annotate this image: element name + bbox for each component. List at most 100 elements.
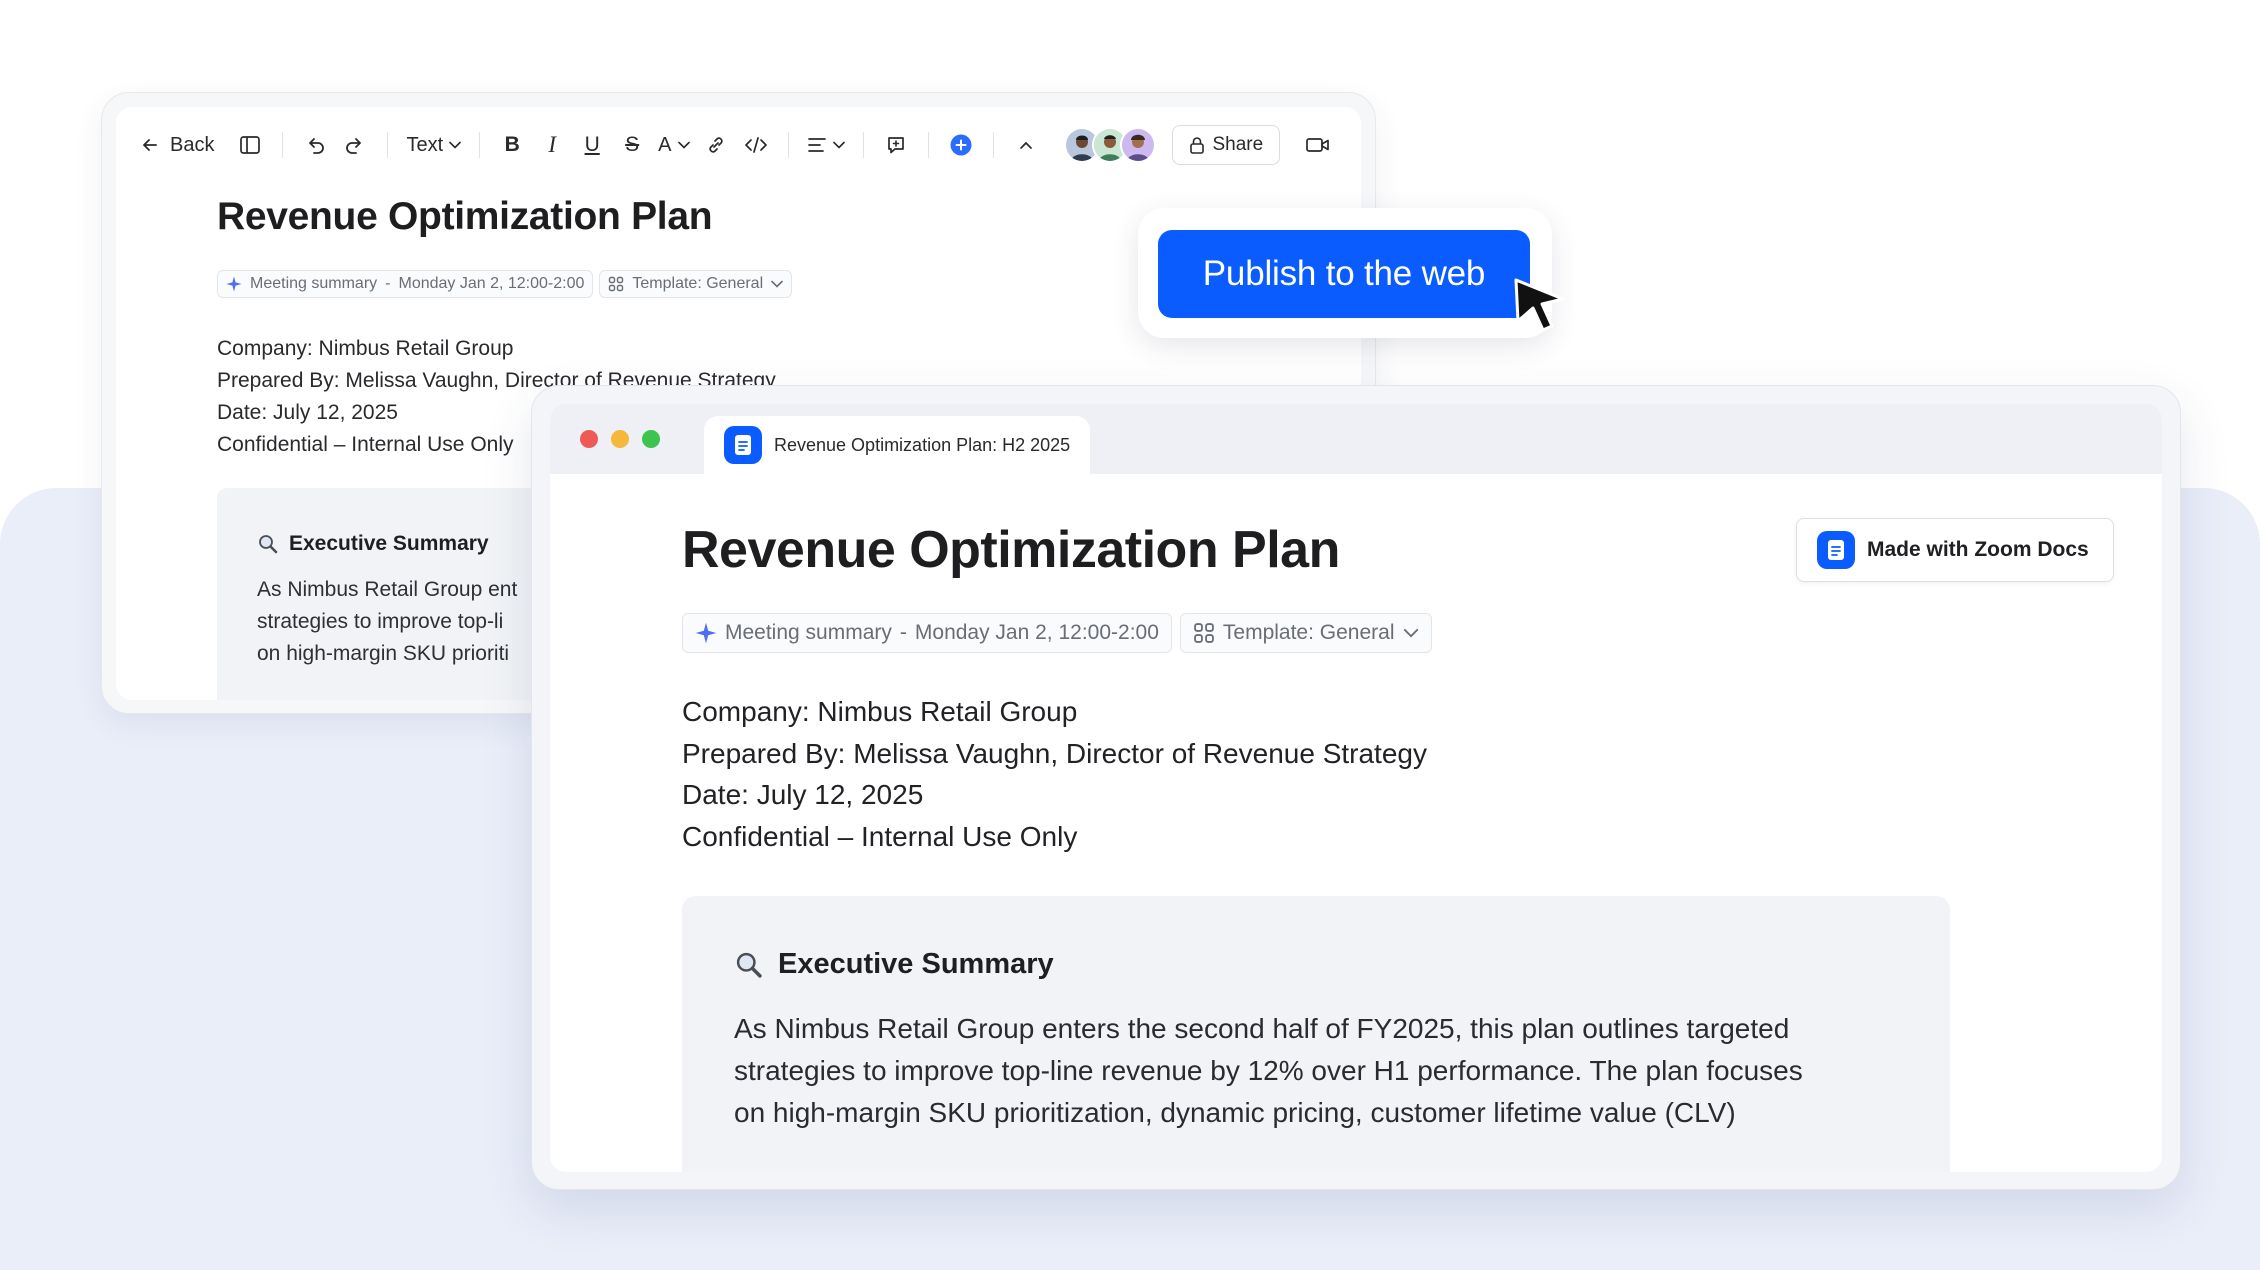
browser-tab[interactable]: Revenue Optimization Plan: H2 2025 [704, 416, 1090, 474]
close-window-dot[interactable] [580, 430, 598, 448]
link-button[interactable] [696, 125, 736, 165]
chevron-down-icon [677, 141, 690, 149]
collaborator-avatars[interactable] [1063, 127, 1156, 163]
template-chip[interactable]: Template: General [1179, 613, 1432, 653]
confidential-line: Confidential – Internal Use Only [682, 820, 1078, 852]
toolbar-divider [387, 132, 389, 158]
template-label: Template: General [632, 275, 764, 292]
comment-icon [887, 137, 904, 154]
published-doc-meta: Company: Nimbus Retail Group Prepared By… [682, 691, 1427, 857]
magnifier-icon [736, 952, 762, 978]
meeting-separator: - [385, 275, 391, 292]
meeting-separator: - [899, 621, 907, 644]
back-label: Back [170, 133, 215, 156]
toolbar-divider [479, 132, 481, 158]
template-chip[interactable]: Template: General [599, 270, 793, 298]
code-button[interactable] [736, 125, 776, 165]
meeting-time: Monday Jan 2, 12:00-2:00 [398, 275, 585, 292]
plus-circle-icon [950, 134, 971, 156]
meeting-summary-chip[interactable]: Meeting summary - Monday Jan 2, 12:00-2:… [682, 613, 1172, 653]
share-button[interactable]: Share [1171, 125, 1281, 165]
prepared-by-line: Prepared By: Melissa Vaughn, Director of… [682, 737, 1427, 769]
cursor-arrow-icon [1514, 278, 1565, 332]
lock-icon [1189, 137, 1204, 154]
company-line: Company: Nimbus Retail Group [682, 696, 1078, 727]
add-button[interactable] [941, 125, 981, 165]
chevron-down-icon [1403, 628, 1418, 638]
comment-button[interactable] [876, 125, 916, 165]
published-executive-summary: Executive Summary As Nimbus Retail Group… [682, 896, 1950, 1172]
toolbar-divider [927, 132, 929, 158]
avatar [1119, 127, 1156, 163]
bold-button[interactable]: B [492, 125, 532, 165]
sparkle-icon [695, 622, 717, 644]
toolbar-divider [992, 132, 994, 158]
company-line: Company: Nimbus Retail Group [217, 337, 514, 360]
magnifier-icon [259, 535, 278, 554]
link-icon [708, 137, 723, 153]
browser-titlebar: Revenue Optimization Plan: H2 2025 [550, 404, 2162, 474]
toolbar-divider [282, 132, 284, 158]
meeting-summary-label: Meeting summary [725, 621, 892, 644]
meeting-summary-chip[interactable]: Meeting summary - Monday Jan 2, 12:00-2:… [217, 270, 594, 298]
font-color-label: A [658, 133, 672, 156]
editor-doc-title[interactable]: Revenue Optimization Plan [217, 195, 713, 239]
summary-line: strategies to improve top-line revenue b… [734, 1055, 1803, 1086]
browser-window: Revenue Optimization Plan: H2 2025 Made … [550, 404, 2162, 1172]
text-style-dropdown[interactable]: Text [400, 125, 467, 165]
published-doc-title: Revenue Optimization Plan [682, 521, 1340, 579]
sidebar-toggle-icon [240, 136, 261, 154]
align-left-icon [807, 138, 826, 152]
publish-callout: Publish to the web [1138, 208, 1552, 338]
tab-title: Revenue Optimization Plan: H2 2025 [774, 434, 1071, 455]
maximize-window-dot[interactable] [642, 430, 660, 448]
video-camera-icon [1306, 138, 1330, 152]
undo-icon [309, 138, 325, 154]
zoom-docs-icon [724, 426, 762, 464]
minimize-window-dot[interactable] [611, 430, 629, 448]
text-style-label: Text [406, 133, 444, 156]
video-button[interactable] [1298, 125, 1338, 165]
summary-heading: Executive Summary [734, 948, 1054, 981]
toolbar-divider [787, 132, 789, 158]
summary-line: As Nimbus Retail Group enters the second… [734, 1013, 1790, 1044]
summary-heading: Executive Summary [257, 532, 489, 556]
collapse-toolbar-button[interactable] [1006, 125, 1046, 165]
font-color-dropdown[interactable]: A [652, 125, 695, 165]
share-label: Share [1212, 134, 1264, 155]
italic-button[interactable]: I [532, 125, 572, 165]
zoom-docs-icon [1817, 531, 1855, 569]
back-button[interactable]: Back [140, 125, 214, 165]
editor-toolbar: Back Text B I U S A Share [116, 107, 1361, 183]
arrow-left-icon [143, 139, 157, 151]
undo-button[interactable] [295, 125, 335, 165]
template-grid-icon [609, 276, 624, 292]
underline-button[interactable]: U [572, 125, 612, 165]
sparkle-icon [226, 276, 242, 292]
summary-heading-text: Executive Summary [289, 532, 489, 555]
publish-to-web-button[interactable]: Publish to the web [1158, 230, 1530, 318]
made-with-zoom-docs-badge[interactable]: Made with Zoom Docs [1796, 518, 2114, 582]
chevron-up-icon [1019, 141, 1032, 149]
strikethrough-button[interactable]: S [612, 125, 652, 165]
summary-heading-text: Executive Summary [778, 948, 1054, 980]
redo-button[interactable] [335, 125, 375, 165]
summary-body: As Nimbus Retail Group enters the second… [734, 1008, 1914, 1134]
sidebar-toggle-button[interactable] [230, 125, 270, 165]
chevron-down-icon [449, 141, 461, 149]
meeting-time: Monday Jan 2, 12:00-2:00 [914, 621, 1159, 644]
template-grid-icon [1194, 623, 1214, 643]
chevron-down-icon [832, 141, 845, 149]
published-doc-chips: Meeting summary - Monday Jan 2, 12:00-2:… [682, 613, 1432, 653]
redo-icon [346, 138, 362, 154]
meeting-summary-label: Meeting summary [250, 275, 378, 292]
code-icon [744, 137, 767, 153]
template-label: Template: General [1222, 621, 1395, 644]
summary-line: on high-margin SKU prioritization, dynam… [734, 1097, 1736, 1128]
toolbar-divider [862, 132, 864, 158]
chevron-down-icon [771, 280, 783, 288]
badge-label: Made with Zoom Docs [1867, 538, 2089, 561]
date-line: Date: July 12, 2025 [682, 779, 924, 810]
editor-doc-chips: Meeting summary - Monday Jan 2, 12:00-2:… [217, 270, 793, 298]
align-dropdown[interactable] [801, 125, 851, 165]
